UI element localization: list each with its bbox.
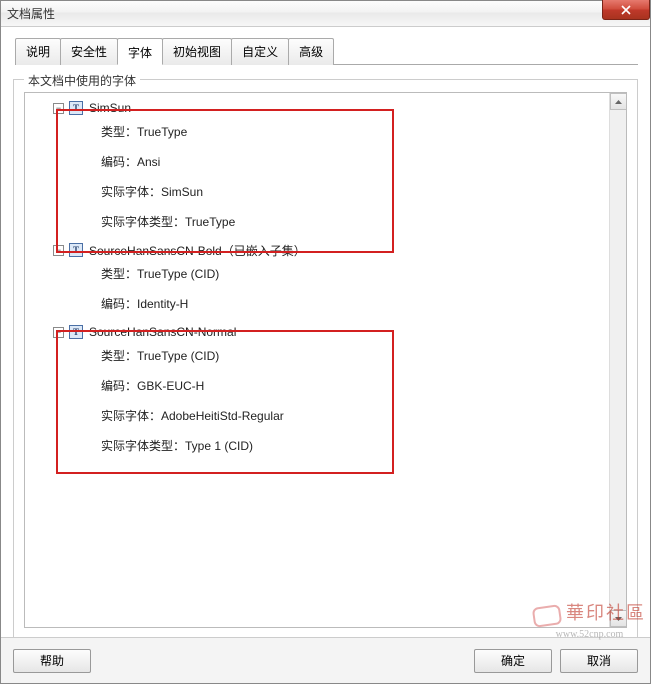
content-area: 说明 安全性 字体 初始视图 自定义 高级 本文档中使用的字体 − T SimS… xyxy=(1,27,650,637)
tab-initial-view[interactable]: 初始视图 xyxy=(162,38,232,65)
collapse-icon[interactable]: − xyxy=(53,245,64,256)
font-tree-panel: − T SimSun 类型：TrueType 编码：Ansi 实际字体：SimS… xyxy=(24,92,627,628)
font-detail: 实际字体：AdobeHeitiStd-Regular xyxy=(31,405,626,425)
font-node[interactable]: − T SimSun xyxy=(31,99,626,117)
tab-advanced[interactable]: 高级 xyxy=(288,38,334,65)
font-name: SourceHanSansCN-Bold（已嵌入子集） xyxy=(89,242,306,259)
font-node[interactable]: − T SourceHanSansCN-Normal xyxy=(31,323,626,341)
groupbox-label: 本文档中使用的字体 xyxy=(24,72,140,89)
tab-security[interactable]: 安全性 xyxy=(60,38,118,65)
collapse-icon[interactable]: − xyxy=(53,103,64,114)
font-node[interactable]: − T SourceHanSansCN-Bold（已嵌入子集） xyxy=(31,241,626,259)
font-detail: 实际字体类型：TrueType xyxy=(31,211,626,231)
ok-button[interactable]: 确定 xyxy=(474,649,552,673)
font-detail: 类型：TrueType xyxy=(31,121,626,141)
close-icon xyxy=(621,5,631,15)
font-detail: 编码：Identity-H xyxy=(31,293,626,313)
collapse-icon[interactable]: − xyxy=(53,327,64,338)
font-detail: 编码：Ansi xyxy=(31,151,626,171)
tab-description[interactable]: 说明 xyxy=(15,38,61,65)
font-detail: 编码：GBK-EUC-H xyxy=(31,375,626,395)
titlebar[interactable]: 文档属性 xyxy=(1,1,650,27)
font-detail: 实际字体类型：Type 1 (CID) xyxy=(31,435,626,455)
button-bar: 帮助 确定 取消 xyxy=(1,637,650,683)
window-title: 文档属性 xyxy=(7,5,55,22)
tab-strip: 说明 安全性 字体 初始视图 自定义 高级 xyxy=(15,37,638,65)
font-detail: 实际字体：SimSun xyxy=(31,181,626,201)
font-detail: 类型：TrueType (CID) xyxy=(31,263,626,283)
tab-fonts[interactable]: 字体 xyxy=(117,38,163,65)
font-name: SourceHanSansCN-Normal xyxy=(89,325,236,339)
vertical-scrollbar[interactable] xyxy=(609,93,626,627)
font-icon: T xyxy=(69,101,83,115)
scroll-down-button[interactable] xyxy=(610,610,627,627)
font-detail: 类型：TrueType (CID) xyxy=(31,345,626,365)
chevron-down-icon xyxy=(615,617,622,621)
scroll-up-button[interactable] xyxy=(610,93,627,110)
chevron-up-icon xyxy=(615,100,622,104)
fonts-groupbox: 本文档中使用的字体 − T SimSun 类型：TrueType 编码：Ansi… xyxy=(13,79,638,639)
font-icon: T xyxy=(69,243,83,257)
font-icon: T xyxy=(69,325,83,339)
help-button[interactable]: 帮助 xyxy=(13,649,91,673)
document-properties-dialog: 文档属性 说明 安全性 字体 初始视图 自定义 高级 本文档中使用的字体 − xyxy=(0,0,651,684)
tab-custom[interactable]: 自定义 xyxy=(231,38,289,65)
cancel-button[interactable]: 取消 xyxy=(560,649,638,673)
font-tree[interactable]: − T SimSun 类型：TrueType 编码：Ansi 实际字体：SimS… xyxy=(25,93,626,455)
font-name: SimSun xyxy=(89,101,131,115)
close-button[interactable] xyxy=(602,0,650,20)
